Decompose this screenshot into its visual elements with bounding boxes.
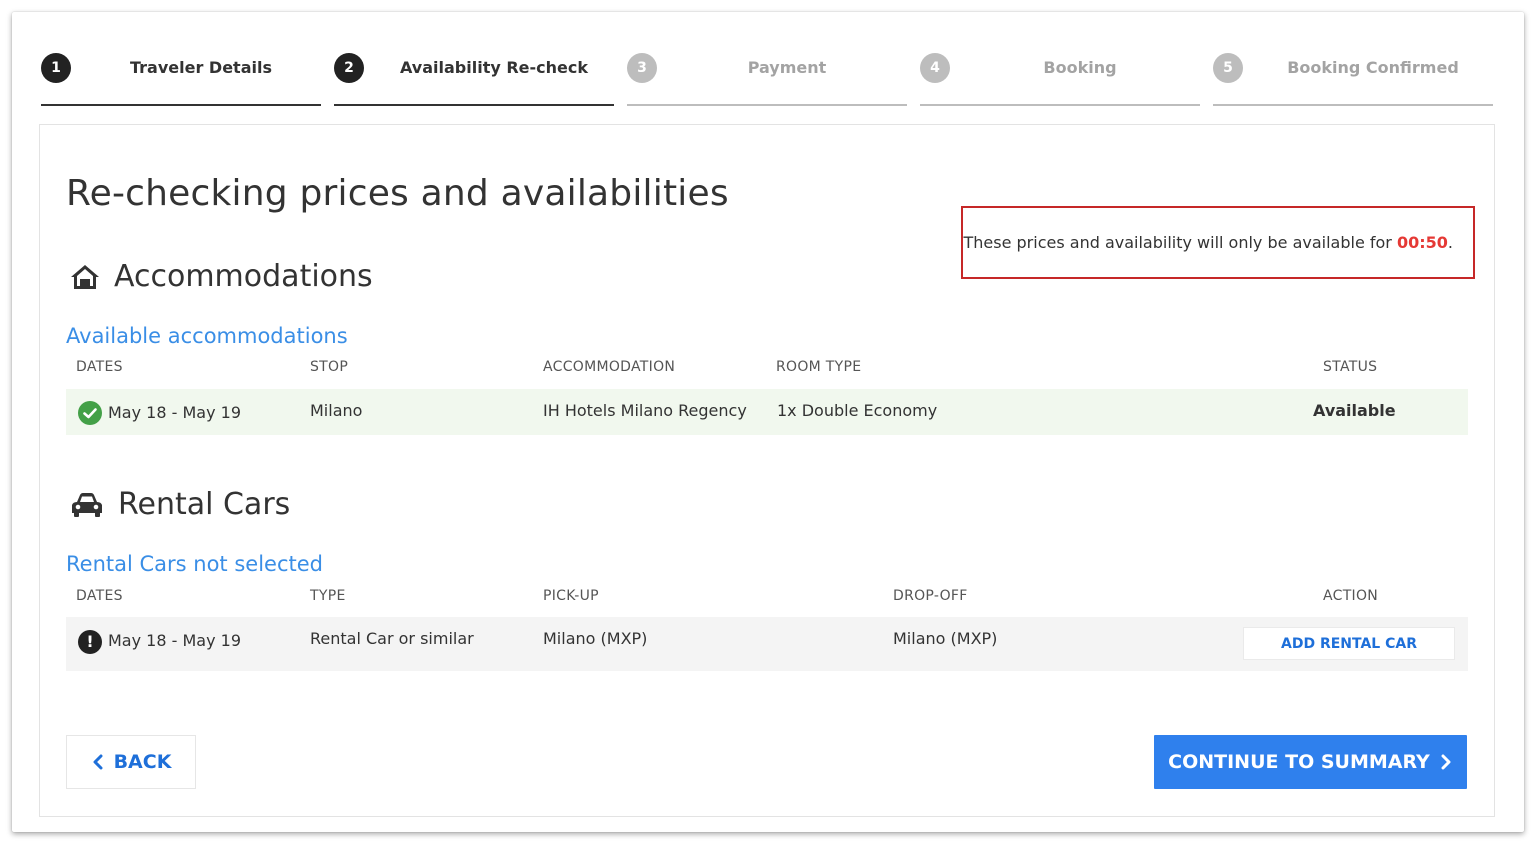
- rental-cars-heading: Rental Cars: [70, 487, 290, 522]
- add-rental-car-button[interactable]: ADD RENTAL CAR: [1243, 627, 1455, 660]
- col-header-accommodation: ACCOMMODATION: [543, 359, 676, 375]
- row-type: Rental Car or similar: [310, 629, 474, 648]
- step-bar: [1213, 104, 1493, 106]
- back-label: BACK: [113, 751, 172, 773]
- step-number: 2: [334, 53, 364, 83]
- continue-to-summary-button[interactable]: CONTINUE TO SUMMARY: [1154, 735, 1467, 789]
- col-header-dates: DATES: [76, 588, 123, 604]
- content-card: Re-checking prices and availabilities Th…: [39, 124, 1495, 817]
- continue-label: CONTINUE TO SUMMARY: [1168, 751, 1430, 773]
- col-header-stop: STOP: [310, 359, 349, 375]
- step-traveler-details[interactable]: 1 Traveler Details: [41, 52, 321, 106]
- col-header-dropoff: DROP-OFF: [893, 588, 968, 604]
- row-accommodation: IH Hotels Milano Regency: [543, 401, 747, 420]
- row-pickup: Milano (MXP): [543, 629, 648, 648]
- step-label: Booking Confirmed: [1287, 58, 1459, 77]
- step-booking: 4 Booking: [920, 52, 1200, 106]
- row-stop: Milano: [310, 401, 363, 420]
- step-number: 4: [920, 53, 950, 83]
- step-number: 1: [41, 53, 71, 83]
- col-header-room-type: ROOM TYPE: [776, 359, 862, 375]
- chevron-right-icon: [1441, 754, 1451, 770]
- step-bar: [334, 104, 614, 106]
- col-header-dates: DATES: [76, 359, 123, 375]
- page-title: Re-checking prices and availabilities: [66, 173, 729, 214]
- col-header-pickup: PICK-UP: [543, 588, 599, 604]
- step-label: Traveler Details: [130, 58, 272, 77]
- booking-window: 1 Traveler Details 2 Availability Re-che…: [12, 12, 1524, 832]
- check-circle-icon: [78, 401, 102, 425]
- row-dates: May 18 - May 19: [108, 631, 241, 650]
- accommodations-subtitle[interactable]: Available accommodations: [66, 324, 348, 348]
- accommodations-heading: Accommodations: [70, 259, 373, 294]
- col-header-status: STATUS: [1323, 359, 1378, 375]
- home-icon: [71, 264, 99, 289]
- price-timer-notice: These prices and availability will only …: [961, 206, 1475, 279]
- step-booking-confirmed: 5 Booking Confirmed: [1213, 52, 1493, 106]
- table-row: May 18 - May 19 Milano IH Hotels Milano …: [66, 389, 1468, 435]
- table-row: ! May 18 - May 19 Rental Car or similar …: [66, 617, 1468, 671]
- progress-stepper: 1 Traveler Details 2 Availability Re-che…: [41, 52, 1493, 106]
- timer-text: These prices and availability will only …: [963, 233, 1397, 252]
- step-label: Availability Re-check: [399, 58, 589, 77]
- step-bar: [41, 104, 321, 106]
- car-icon: [72, 492, 102, 517]
- step-label: Booking: [1043, 58, 1117, 77]
- timer-countdown: 00:50: [1396, 233, 1448, 252]
- step-label: Payment: [747, 58, 827, 77]
- row-status: Available: [1313, 401, 1396, 420]
- timer-suffix: .: [1447, 233, 1453, 252]
- col-header-type: TYPE: [310, 588, 346, 604]
- back-button[interactable]: BACK: [66, 735, 196, 789]
- row-dropoff: Milano (MXP): [893, 629, 998, 648]
- step-availability-recheck[interactable]: 2 Availability Re-check: [334, 52, 614, 106]
- rental-cars-subtitle[interactable]: Rental Cars not selected: [66, 552, 323, 576]
- chevron-left-icon: [93, 754, 103, 770]
- step-bar: [627, 104, 907, 106]
- step-payment: 3 Payment: [627, 52, 907, 106]
- step-number: 3: [627, 53, 657, 83]
- accommodations-title: Accommodations: [114, 259, 373, 294]
- row-room-type: 1x Double Economy: [777, 401, 938, 420]
- col-header-action: ACTION: [1323, 588, 1379, 604]
- step-number: 5: [1213, 53, 1243, 83]
- row-dates: May 18 - May 19: [108, 403, 241, 422]
- step-bar: [920, 104, 1200, 106]
- rental-cars-title: Rental Cars: [118, 487, 291, 522]
- exclamation-circle-icon: !: [78, 630, 102, 654]
